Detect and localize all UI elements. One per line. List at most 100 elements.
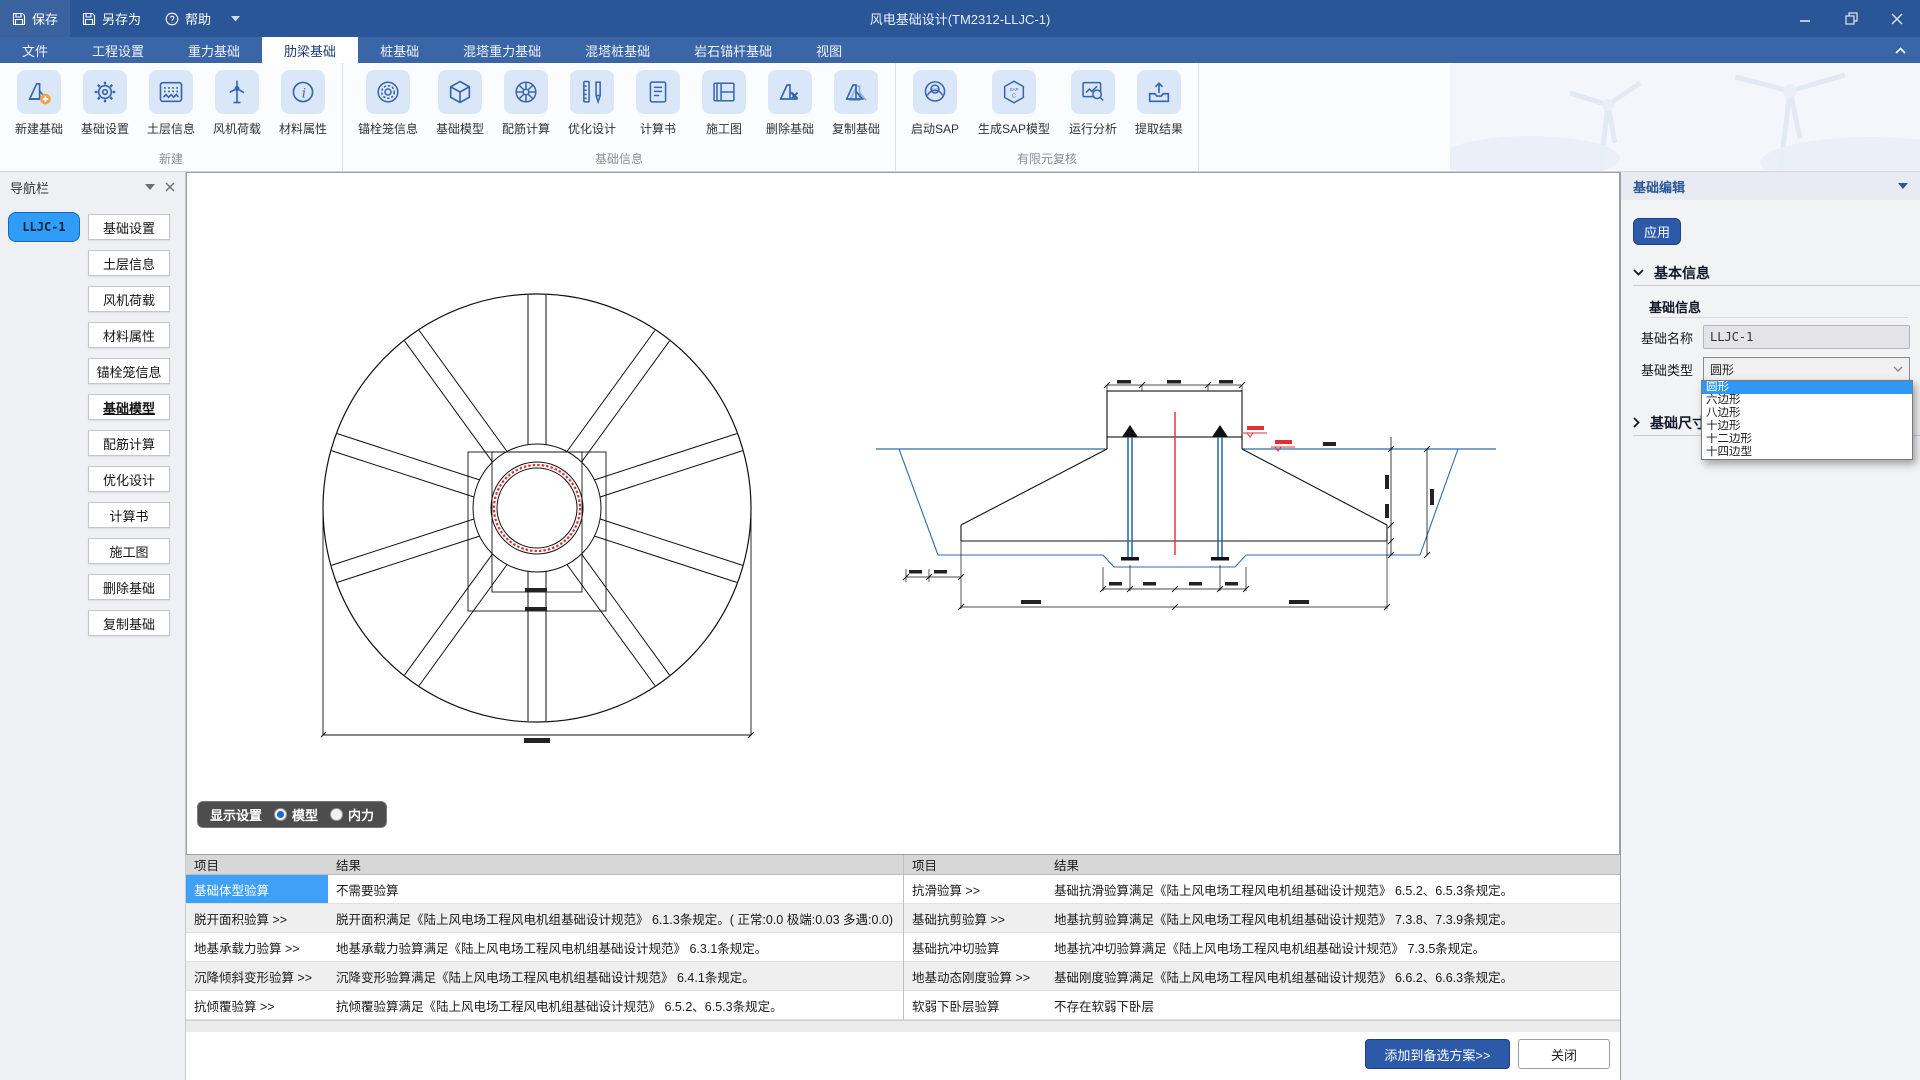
sidebar-item-turbine-load[interactable]: 风机荷载 <box>88 286 170 312</box>
menu-caret-icon[interactable] <box>223 16 248 22</box>
ribbon-button-launch-sap[interactable]: SAP 启动SAP <box>902 70 968 137</box>
ribbon-button-material-props[interactable]: i 材料属性 <box>270 70 336 137</box>
table-row[interactable]: 地基承载力验算 >> 地基承载力验算满足《陆上风电场工程风电机组基础设计规范》 … <box>186 933 903 962</box>
ribbon-button-foundation-model[interactable]: 基础模型 <box>427 70 493 137</box>
dropdown-option-circle[interactable]: 圆形 <box>1702 381 1912 394</box>
close-dialog-button[interactable]: 关闭 <box>1518 1039 1610 1069</box>
sidebar-item-copy-foundation[interactable]: 复制基础 <box>88 610 170 636</box>
table-row[interactable]: 基础抗剪验算 >> 地基抗剪验算满足《陆上风电场工程风电机组基础设计规范》 7.… <box>904 904 1620 933</box>
tab-rock-anchor[interactable]: 岩石锚杆基础 <box>672 37 794 63</box>
sidebar-item-foundation-model[interactable]: 基础模型 <box>88 394 170 420</box>
item-cell[interactable]: 地基承载力验算 >> <box>186 933 328 961</box>
close-button[interactable] <box>1874 0 1920 37</box>
nav-collapse-icon[interactable] <box>145 184 155 190</box>
table-row[interactable]: 抗滑验算 >> 基础抗滑验算满足《陆上风电场工程风电机组基础设计规范》 6.5.… <box>904 875 1620 904</box>
dropdown-option-tetradecagon[interactable]: 十四边型 <box>1702 446 1912 459</box>
restore-button[interactable] <box>1828 0 1874 37</box>
item-cell[interactable]: 脱开面积验算 >> <box>186 904 328 932</box>
table-row[interactable]: 基础抗冲切验算 地基抗冲切验算满足《陆上风电场工程风电机组基础设计规范》 7.3… <box>904 933 1620 962</box>
sidebar-item-material-props[interactable]: 材料属性 <box>88 322 170 348</box>
nav-close-icon[interactable] <box>165 182 175 192</box>
apply-button[interactable]: 应用 <box>1633 218 1681 245</box>
table-row[interactable]: 地基动态刚度验算 >> 基础刚度验算满足《陆上风电场工程风电机组基础设计规范》 … <box>904 962 1620 991</box>
tab-rib-beam-foundation[interactable]: 肋梁基础 <box>262 37 358 63</box>
item-cell[interactable]: 基础抗剪验算 >> <box>904 904 1046 932</box>
radio-model-dot <box>274 808 287 821</box>
help-menu[interactable]: 帮助 <box>153 0 223 37</box>
sidebar-item-construction-drawing[interactable]: 施工图 <box>88 538 170 564</box>
tab-project-settings[interactable]: 工程设置 <box>70 37 166 63</box>
foundation-type-select[interactable]: 圆形 <box>1703 357 1910 381</box>
item-cell[interactable]: 沉降倾斜变形验算 >> <box>186 962 328 990</box>
radio-internal-force[interactable]: 内力 <box>330 805 374 824</box>
model-canvas[interactable]: 显示设置 模型 内力 <box>186 172 1620 855</box>
table-row[interactable]: 脱开面积验算 >> 脱开面积满足《陆上风电场工程风电机组基础设计规范》 6.1.… <box>186 904 903 933</box>
item-cell[interactable]: 基础抗冲切验算 <box>904 933 1046 961</box>
ribbon-button-construction-drawing[interactable]: 施工图 <box>691 70 757 137</box>
table-row[interactable]: 基础体型验算 不需要验算 <box>186 875 903 904</box>
main-area: 导航栏 LLJC-1 基础设置 土层信息 风机荷载 材料属性 锚栓笼信息 基础模… <box>0 172 1920 1080</box>
sidebar-item-rebar-calc[interactable]: 配筋计算 <box>88 430 170 456</box>
item-cell[interactable]: 基础体型验算 <box>186 875 328 903</box>
item-cell[interactable]: 抗滑验算 >> <box>904 875 1046 903</box>
tab-hybrid-tower-pile[interactable]: 混塔桩基础 <box>563 37 672 63</box>
section-basic-info[interactable]: 基本信息 <box>1633 260 1920 286</box>
item-cell[interactable]: 抗倾覆验算 >> <box>186 991 328 1019</box>
ribbon-button-soil-info[interactable]: 土层信息 <box>138 70 204 137</box>
tab-hybrid-tower-gravity[interactable]: 混塔重力基础 <box>441 37 563 63</box>
ribbon-button-calc-report[interactable]: 计算书 <box>625 70 691 137</box>
ribbon-button-optimize-design[interactable]: 优化设计 <box>559 70 625 137</box>
result-cell: 脱开面积满足《陆上风电场工程风电机组基础设计规范》 6.1.3条规定。( 正常:… <box>328 904 903 932</box>
foundation-name-input[interactable] <box>1703 325 1910 349</box>
item-cell[interactable]: 软弱下卧层验算 <box>904 991 1046 1019</box>
cross-section-drawing <box>871 379 1501 614</box>
ribbon-button-new-foundation[interactable]: 新建基础 <box>6 70 72 137</box>
new-foundation-icon <box>17 70 61 114</box>
copy-foundation-icon <box>834 70 878 114</box>
dropdown-option-decagon[interactable]: 十边形 <box>1702 420 1912 433</box>
sidebar-item-anchor-cage-info[interactable]: 锚栓笼信息 <box>88 358 170 384</box>
ribbon-button-delete-foundation[interactable]: 删除基础 <box>757 70 823 137</box>
blueprint-icon <box>702 70 746 114</box>
editor-collapse-icon[interactable] <box>1898 183 1908 189</box>
radio-model[interactable]: 模型 <box>274 805 318 824</box>
save-as-menu[interactable]: 另存为 <box>70 0 153 37</box>
chevron-down-icon <box>1633 269 1644 276</box>
save-as-icon <box>82 12 96 26</box>
sidebar-item-delete-foundation[interactable]: 删除基础 <box>88 574 170 600</box>
table-row[interactable]: 软弱下卧层验算 不存在软弱下卧层 <box>904 991 1620 1020</box>
ribbon-tab-bar: 文件 工程设置 重力基础 肋梁基础 桩基础 混塔重力基础 混塔桩基础 岩石锚杆基… <box>0 37 1920 63</box>
dropdown-option-hexagon[interactable]: 六边形 <box>1702 394 1912 407</box>
ribbon-button-foundation-settings[interactable]: 基础设置 <box>72 70 138 137</box>
ribbon-button-run-analysis[interactable]: 运行分析 <box>1060 70 1126 137</box>
editor-title: 基础编辑 <box>1633 177 1685 196</box>
sidebar-item-calc-report[interactable]: 计算书 <box>88 502 170 528</box>
tab-gravity-foundation[interactable]: 重力基础 <box>166 37 262 63</box>
sap-model-icon: SAP C <box>992 70 1036 114</box>
tab-pile-foundation[interactable]: 桩基础 <box>358 37 441 63</box>
ribbon-button-generate-sap-model[interactable]: SAP C 生成SAP模型 <box>968 70 1060 137</box>
minimize-button[interactable] <box>1782 0 1828 37</box>
project-tab-lljc1[interactable]: LLJC-1 <box>8 212 80 242</box>
ribbon-button-rebar-calc[interactable]: 配筋计算 <box>493 70 559 137</box>
sidebar-item-soil-info[interactable]: 土层信息 <box>88 250 170 276</box>
tab-file[interactable]: 文件 <box>0 37 70 63</box>
sidebar-item-optimize-design[interactable]: 优化设计 <box>88 466 170 492</box>
radio-force-dot <box>330 808 343 821</box>
ribbon-button-extract-results[interactable]: 提取结果 <box>1126 70 1192 137</box>
save-menu[interactable]: 保存 <box>0 0 70 37</box>
table-row[interactable]: 抗倾覆验算 >> 抗倾覆验算满足《陆上风电场工程风电机组基础设计规范》 6.5.… <box>186 991 903 1020</box>
ribbon-collapse-icon[interactable] <box>1880 37 1920 63</box>
dropdown-option-octagon[interactable]: 八边形 <box>1702 407 1912 420</box>
add-to-plans-button[interactable]: 添加到备选方案>> <box>1365 1039 1510 1069</box>
sidebar-item-foundation-settings[interactable]: 基础设置 <box>88 214 170 240</box>
ribbon-button-turbine-load[interactable]: 风机荷载 <box>204 70 270 137</box>
ribbon-button-copy-foundation[interactable]: 复制基础 <box>823 70 889 137</box>
ribbon-button-anchor-cage-info[interactable]: 锚栓笼信息 <box>349 70 427 137</box>
table-row[interactable]: 沉降倾斜变形验算 >> 沉降变形验算满足《陆上风电场工程风电机组基础设计规范》 … <box>186 962 903 991</box>
tab-view[interactable]: 视图 <box>794 37 864 63</box>
result-cell: 地基抗剪验算满足《陆上风电场工程风电机组基础设计规范》 7.3.8、7.3.9条… <box>1046 904 1620 932</box>
dropdown-option-dodecagon[interactable]: 十二边形 <box>1702 433 1912 446</box>
ribbon-group-new: 新建基础 基础设置 <box>0 63 343 171</box>
item-cell[interactable]: 地基动态刚度验算 >> <box>904 962 1046 990</box>
